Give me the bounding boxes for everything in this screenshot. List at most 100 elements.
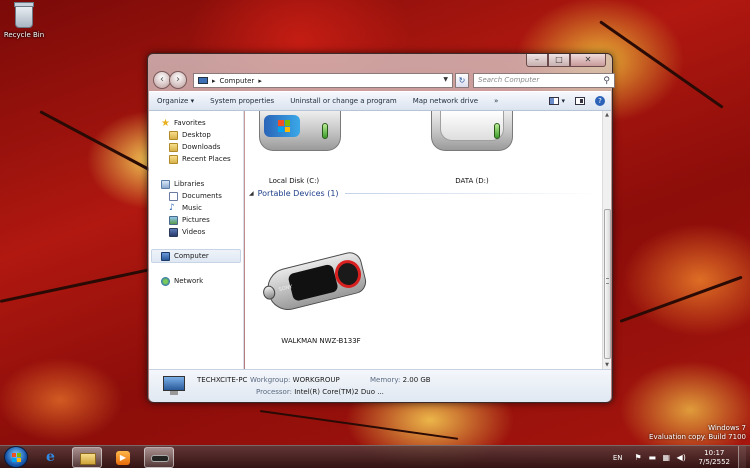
- walkman-player-icon: SONY: [261, 249, 369, 315]
- device-cap: [261, 284, 277, 301]
- clock[interactable]: 10:17 7/5/2552: [699, 449, 730, 467]
- nav-network[interactable]: Network: [161, 275, 203, 287]
- taskbar-windows-explorer[interactable]: [72, 447, 102, 468]
- organize-button[interactable]: Organize ▾: [149, 97, 202, 105]
- nav-libraries[interactable]: Libraries: [161, 178, 204, 190]
- media-player-icon: ▶: [116, 451, 130, 465]
- maximize-button[interactable]: □: [548, 54, 570, 67]
- refresh-button[interactable]: ↻: [455, 73, 469, 88]
- nav-downloads[interactable]: Downloads: [169, 141, 220, 153]
- nav-network-label: Network: [174, 277, 204, 285]
- downloads-folder-icon: [169, 142, 178, 152]
- drive-windows-badge: [264, 115, 300, 137]
- pictures-icon: [169, 215, 178, 225]
- scroll-thumb[interactable]: [604, 209, 611, 359]
- start-button[interactable]: [4, 446, 28, 468]
- drive-activity-light: [322, 123, 328, 139]
- music-icon: ♪: [169, 202, 175, 213]
- language-indicator[interactable]: EN: [613, 454, 623, 462]
- scroll-down-icon[interactable]: ▼: [603, 362, 611, 368]
- nav-favorites-label: Favorites: [174, 119, 206, 127]
- system-properties-button[interactable]: System properties: [202, 97, 282, 105]
- device-tray-icon[interactable]: ▬: [649, 453, 657, 462]
- collapse-chevron-icon[interactable]: ◢: [249, 190, 254, 197]
- nav-desktop[interactable]: Desktop: [169, 129, 211, 141]
- workgroup-value: WORKGROUP: [292, 376, 340, 384]
- drive-d[interactable]: [431, 111, 517, 155]
- libraries-icon: [161, 179, 170, 189]
- processor-info: Processor: Intel(R) Core(TM)2 Duo ...: [256, 388, 384, 396]
- workgroup-info: Workgroup: WORKGROUP: [250, 376, 340, 384]
- workgroup-key: Workgroup:: [250, 376, 291, 384]
- clock-date: 7/5/2552: [698, 457, 730, 466]
- organize-label: Organize: [157, 97, 189, 105]
- nav-downloads-label: Downloads: [182, 143, 221, 151]
- nav-music[interactable]: ♪ Music: [169, 202, 202, 214]
- memory-key: Memory:: [370, 376, 401, 384]
- nav-documents[interactable]: Documents: [169, 190, 222, 202]
- drive-c[interactable]: [259, 111, 345, 155]
- minimize-button[interactable]: –: [526, 54, 548, 67]
- recycle-bin-desktop-icon[interactable]: Recycle Bin: [2, 2, 46, 39]
- portable-devices-group-header[interactable]: ◢ Portable Devices (1): [249, 189, 598, 198]
- taskbar-internet-explorer[interactable]: e: [38, 447, 68, 468]
- walkman-device[interactable]: SONY: [261, 249, 369, 315]
- memory-info: Memory: 2.00 GB: [370, 376, 431, 384]
- map-network-drive-button[interactable]: Map network drive: [405, 97, 486, 105]
- scroll-up-icon[interactable]: ▲: [603, 112, 611, 118]
- nav-music-label: Music: [182, 204, 202, 212]
- address-dropdown-icon[interactable]: ▼: [443, 76, 448, 83]
- computer-large-icon: [163, 376, 187, 396]
- command-bar: Organize ▾ System properties Uninstall o…: [149, 91, 611, 111]
- drive-d-label[interactable]: DATA (D:): [417, 177, 527, 185]
- preview-pane-icon[interactable]: [575, 97, 585, 105]
- uninstall-program-button[interactable]: Uninstall or change a program: [282, 97, 405, 105]
- walkman-device-label[interactable]: WALKMAN NWZ-B133F: [251, 337, 391, 345]
- breadcrumb-chevron-icon[interactable]: ▸: [258, 77, 262, 85]
- watermark-build: Evaluation copy. Build 7100: [649, 433, 746, 441]
- videos-icon: [169, 227, 178, 237]
- address-bar[interactable]: ▸ Computer ▸ ▼: [193, 73, 453, 88]
- address-path: Computer: [219, 76, 255, 85]
- explorer-window[interactable]: – □ ✕ ‹ › ▸ Computer ▸ ▼ ↻ Search Comput…: [147, 53, 615, 403]
- nav-videos[interactable]: Videos: [169, 226, 205, 238]
- documents-icon: [169, 191, 178, 201]
- group-divider: [344, 193, 598, 194]
- address-arrow-icon[interactable]: ▸: [212, 77, 216, 85]
- help-icon[interactable]: ?: [595, 96, 605, 106]
- wallpaper-branch: [619, 275, 743, 323]
- drive-c-label[interactable]: Local Disk (C:): [245, 177, 349, 185]
- nav-recent-places[interactable]: Recent Places: [169, 153, 231, 165]
- action-center-flag-icon[interactable]: ⚑: [635, 453, 643, 462]
- walkman-icon: [151, 455, 169, 462]
- nav-videos-label: Videos: [182, 228, 206, 236]
- change-view-button[interactable]: ▾: [549, 97, 565, 105]
- network-tray-icon[interactable]: ▦: [663, 453, 671, 462]
- taskbar-media-player[interactable]: ▶: [108, 447, 138, 468]
- content-scrollbar[interactable]: ▲ ▼: [602, 111, 611, 369]
- windows-logo-icon: [278, 120, 290, 132]
- navigation-bar: ‹ › ▸ Computer ▸ ▼ ↻ Search Computer ⚲: [153, 71, 615, 91]
- nav-computer[interactable]: Computer: [161, 250, 209, 262]
- drive-activity-light: [494, 123, 500, 139]
- details-pane: TECHXCITE-PC Workgroup: WORKGROUP Memory…: [149, 369, 611, 402]
- search-input[interactable]: Search Computer ⚲: [473, 73, 615, 88]
- computer-name: TECHXCITE-PC: [197, 376, 248, 384]
- nav-favorites[interactable]: ★ Favorites: [161, 117, 206, 129]
- watermark-title: Windows 7: [708, 424, 746, 432]
- navigation-pane: ★ Favorites Desktop Downloads Recent Plac…: [149, 111, 244, 369]
- wallpaper-branch: [259, 410, 459, 440]
- more-commands-button[interactable]: »: [486, 97, 506, 105]
- taskbar-walkman-window[interactable]: [144, 447, 174, 468]
- system-tray: EN ⚑ ▬ ▦ ◀) 10:17 7/5/2552: [613, 446, 746, 468]
- forward-button[interactable]: ›: [169, 71, 187, 89]
- show-desktop-button[interactable]: [738, 446, 746, 468]
- recycle-bin-label: Recycle Bin: [3, 31, 45, 39]
- volume-icon[interactable]: ◀): [677, 453, 686, 462]
- close-button[interactable]: ✕: [570, 54, 606, 67]
- caption-buttons: – □ ✕: [526, 54, 606, 67]
- scroll-grip: [606, 278, 609, 284]
- search-placeholder: Search Computer: [478, 76, 540, 84]
- search-icon[interactable]: ⚲: [603, 75, 610, 88]
- nav-pictures[interactable]: Pictures: [169, 214, 210, 226]
